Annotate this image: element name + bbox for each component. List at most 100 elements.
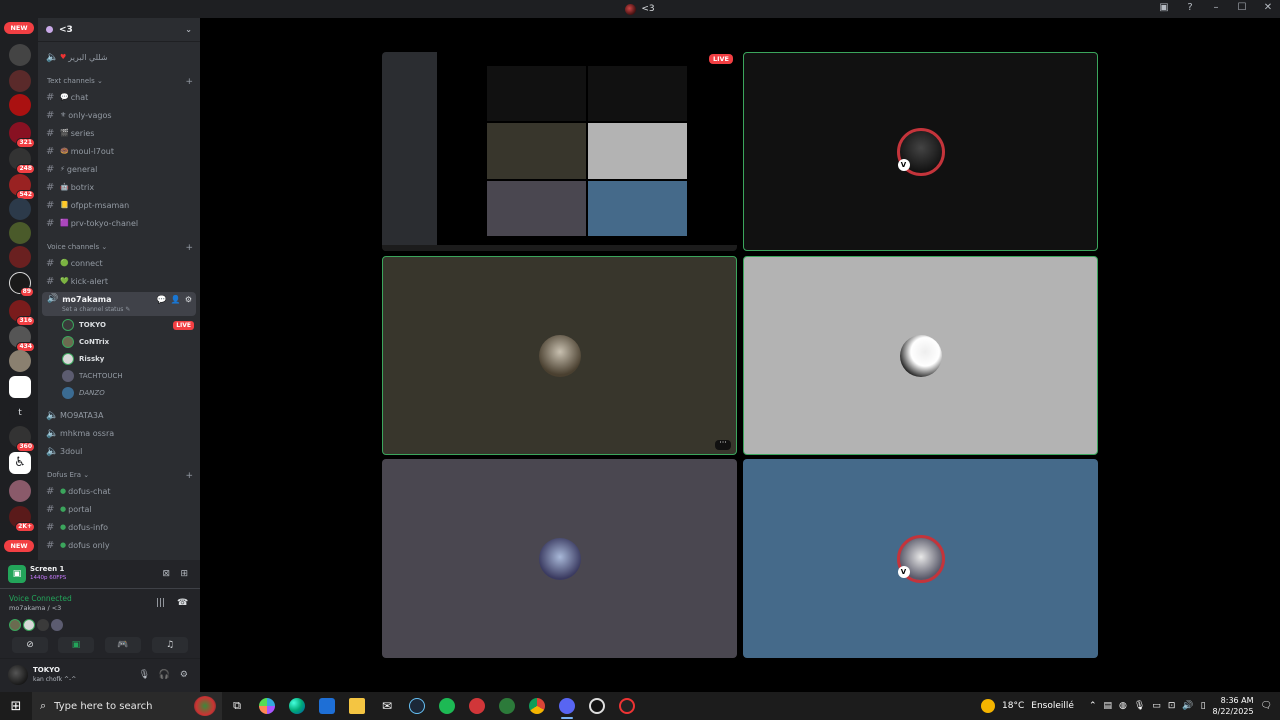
discord-icon[interactable]	[552, 692, 582, 720]
server-icon[interactable]: 316	[9, 300, 35, 326]
voice-user[interactable]: TACHTOUCH	[62, 368, 194, 384]
tray-app-icon[interactable]: ▤	[1103, 701, 1112, 711]
clock[interactable]: 8:36 AM 8/22/2025	[1213, 695, 1254, 717]
server-icon[interactable]	[9, 246, 31, 268]
category-voice[interactable]: Voice channels ⌄ +	[47, 243, 193, 253]
voice-channel-connect[interactable]: # 🟢 connect	[46, 255, 194, 271]
active-voice-channel[interactable]: 🔊 mo7akama Set a channel status ✎ 💬 👤 ⚙	[42, 292, 196, 316]
server-icon[interactable]: 2K+	[9, 506, 35, 532]
edge-icon[interactable]	[282, 692, 312, 720]
text-channel[interactable]: # ● dofus only	[46, 537, 194, 553]
server-icon[interactable]: 434	[9, 326, 35, 352]
server-icon[interactable]	[9, 70, 31, 92]
server-icon[interactable]	[9, 44, 31, 66]
invite-user-icon[interactable]: 👤	[171, 295, 181, 304]
text-channel-series[interactable]: # 🎬 series	[46, 125, 194, 141]
chat-bubble-icon[interactable]: 💬	[157, 295, 167, 304]
disconnect-icon[interactable]: ☎	[177, 598, 188, 608]
volume-icon[interactable]: 🔊	[1182, 701, 1193, 711]
weather-desc[interactable]: Ensoleillé	[1031, 701, 1074, 711]
new-unread-pill[interactable]: NEW	[4, 22, 34, 34]
steam-icon[interactable]	[402, 692, 432, 720]
voice-channel[interactable]: 🔈 3doul	[46, 443, 194, 459]
copilot-icon[interactable]	[252, 692, 282, 720]
server-icon[interactable]	[9, 376, 31, 398]
microphone-icon[interactable]: 🎙	[139, 670, 150, 680]
more-options-icon[interactable]: ···	[715, 439, 731, 450]
voice-location[interactable]: mo7akama / <3	[9, 604, 61, 612]
server-icon[interactable]: 360	[9, 426, 35, 452]
category-dofus[interactable]: Dofus Era ⌄ +	[47, 471, 193, 481]
text-channel-chat[interactable]: # 💬 chat	[46, 89, 194, 105]
camera-off-button[interactable]: ⊘	[12, 637, 48, 653]
maximize-icon[interactable]: ☐	[1236, 2, 1248, 13]
voice-channel[interactable]: 🔈 MO9ATA3A	[46, 407, 194, 423]
user-panel[interactable]: TOKYO kan chofk ^-^ 🎙 🎧 ⚙	[8, 663, 194, 687]
text-channel-botrix[interactable]: # 🤖 botrix	[46, 179, 194, 195]
new-unread-pill[interactable]: NEW	[4, 540, 34, 552]
activity-button[interactable]: 🎮	[105, 637, 141, 653]
stream-tile[interactable]: LIVE	[382, 52, 737, 251]
gear-icon[interactable]: ⚙	[180, 670, 188, 680]
riot-icon[interactable]	[462, 692, 492, 720]
voice-channel-kick-alert[interactable]: # 💚 kick-alert	[46, 273, 194, 289]
text-channel-only-vagos[interactable]: # ⚜ only-vagos	[46, 107, 194, 123]
valorant-icon[interactable]	[612, 692, 642, 720]
inbox-icon[interactable]: ▣	[1158, 2, 1170, 13]
server-icon[interactable]	[9, 198, 31, 220]
windows-start-icon[interactable]: ⊞	[0, 699, 32, 714]
text-channel[interactable]: # ● portal	[46, 501, 194, 517]
text-channel-ofppt-msaman[interactable]: # 📒 ofppt-msaman	[46, 197, 194, 213]
add-channel-icon[interactable]: +	[185, 77, 193, 87]
microphone-icon[interactable]: 🎙	[1134, 701, 1145, 711]
participant-tile-rissky[interactable]	[743, 256, 1098, 455]
utorrent-icon[interactable]	[492, 692, 522, 720]
network-icon[interactable]: ⊡	[1168, 701, 1176, 711]
server-icon[interactable]: 542	[9, 174, 35, 200]
stop-stream-icon[interactable]: ⊠	[162, 569, 170, 579]
server-icon[interactable]	[9, 94, 31, 116]
mail-icon[interactable]: ✉	[372, 692, 402, 720]
voice-user[interactable]: Rissky	[62, 351, 194, 367]
soundboard-button[interactable]: ♫	[152, 637, 188, 653]
channel-status[interactable]: Set a channel status ✎	[62, 306, 130, 313]
tray-app-icon[interactable]: ◍	[1119, 701, 1127, 711]
server-icon[interactable]: 89	[9, 272, 34, 297]
voice-user[interactable]: CoNTrix	[62, 334, 194, 350]
participant-tile-tachtouch[interactable]	[382, 459, 737, 658]
store-icon[interactable]	[312, 692, 342, 720]
gear-icon[interactable]: ⚙	[185, 295, 192, 304]
help-icon[interactable]: ?	[1184, 2, 1196, 13]
screen-share-button[interactable]: ▣	[58, 637, 94, 653]
server-letter-icon[interactable]: t	[9, 402, 31, 424]
text-channel[interactable]: # ● dofus-info	[46, 519, 194, 535]
text-channel-moul-l7out[interactable]: # 🍩 moul-l7out	[46, 143, 194, 159]
battery-icon[interactable]: ▯	[1201, 701, 1206, 711]
server-icon[interactable]	[9, 480, 31, 502]
app-icon[interactable]	[582, 692, 612, 720]
category-text[interactable]: Text channels ⌄ +	[47, 77, 193, 87]
server-icon[interactable]: 248	[9, 148, 35, 174]
minimize-icon[interactable]: –	[1210, 2, 1222, 13]
text-channel[interactable]: # ● dofus-chat	[46, 483, 194, 499]
participant-tile-contrix[interactable]: ···	[382, 256, 737, 455]
text-channel-general[interactable]: # ⚡ general	[46, 161, 194, 177]
task-view-icon[interactable]: ⧉	[222, 692, 252, 720]
participant-tile-danzo[interactable]: V	[743, 459, 1098, 658]
participant-tile-tokyo[interactable]: V	[743, 52, 1098, 251]
stream-settings-icon[interactable]: ⊞	[180, 569, 188, 579]
server-icon[interactable]	[9, 350, 31, 372]
file-explorer-icon[interactable]	[342, 692, 372, 720]
server-icon[interactable]	[9, 222, 31, 244]
add-channel-icon[interactable]: +	[185, 471, 193, 481]
text-channel-prv-tokyo-chanel[interactable]: # 🟪 prv-tokyo-chanel	[46, 215, 194, 231]
add-channel-icon[interactable]: +	[185, 243, 193, 253]
voice-user[interactable]: TOKYO LIVE	[62, 317, 194, 333]
voice-channel[interactable]: 🔈 ♥ شللي البرير	[46, 49, 194, 65]
headphones-icon[interactable]: 🎧	[159, 670, 170, 680]
weather-temp[interactable]: 18°C	[1002, 701, 1024, 711]
chevron-up-icon[interactable]: ⌃	[1089, 701, 1097, 711]
noise-suppression-icon[interactable]: |||	[156, 598, 165, 608]
server-icon[interactable]: 321	[9, 122, 35, 148]
spotify-icon[interactable]	[432, 692, 462, 720]
